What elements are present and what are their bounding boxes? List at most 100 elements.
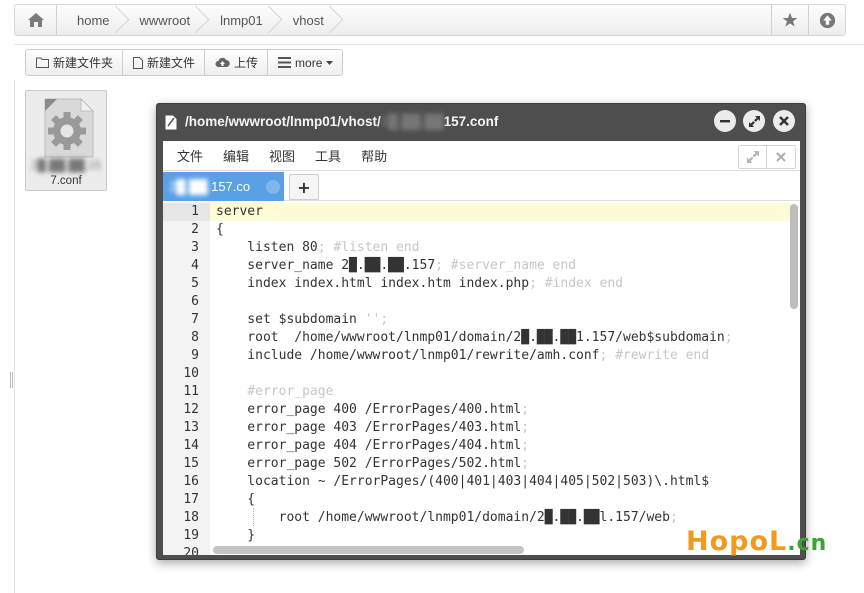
more-dropdown[interactable]: more: [268, 50, 342, 75]
panel-divider: [14, 80, 15, 593]
line-number: 20: [183, 546, 199, 555]
code-line[interactable]: 18 root /home/wwwroot/lnmp01/domain/2█.█…: [163, 509, 791, 527]
code-text: set $subdomain '';: [216, 312, 389, 327]
code-text: error_page 403 /ErrorPages/403.html;: [216, 420, 530, 435]
line-number: 2: [191, 222, 199, 237]
new-tab-button[interactable]: +: [289, 174, 319, 200]
code-line[interactable]: 7 set $subdomain '';: [163, 311, 791, 329]
code-text: server: [216, 204, 263, 219]
code-line[interactable]: 13 error_page 403 /ErrorPages/403.html;: [163, 419, 791, 437]
fullscreen-button[interactable]: [739, 146, 767, 168]
more-label: more: [295, 55, 323, 70]
indent-guide: [253, 508, 254, 526]
menu-tools[interactable]: 工具: [315, 146, 341, 165]
code-editor[interactable]: 1 server 2{3 listen 80; #listen end 4 serve…: [163, 202, 800, 555]
code-text: include /home/wwwroot/lnmp01/rewrite/amh…: [216, 348, 710, 363]
go-up-button[interactable]: [808, 5, 845, 35]
code-text: {: [216, 222, 224, 237]
line-number: 3: [191, 240, 199, 255]
new-folder-button[interactable]: 新建文件夹: [26, 50, 124, 75]
code-line[interactable]: 9 include /home/wwwroot/lnmp01/rewrite/a…: [163, 347, 791, 365]
home-icon: [27, 13, 44, 27]
editor-title: /home/wwwroot/lnmp01/vhost/2█.██.██157.c…: [185, 114, 499, 129]
line-number: 1: [163, 203, 210, 221]
breadcrumb-bar: home wwwroot lnmp01 vhost: [14, 4, 846, 36]
menu-edit[interactable]: 编辑: [223, 146, 249, 165]
menu-file[interactable]: 文件: [177, 146, 203, 165]
cloud-upload-icon: [215, 57, 230, 67]
code-line[interactable]: 12 error_page 400 /ErrorPages/400.html;: [163, 401, 791, 419]
code-line[interactable]: 1 server: [163, 203, 791, 221]
code-line[interactable]: 15 error_page 502 /ErrorPages/502.html;: [163, 455, 791, 473]
line-number: 16: [183, 474, 199, 489]
new-folder-label: 新建文件夹: [53, 56, 114, 70]
menu-help[interactable]: 帮助: [361, 146, 387, 165]
code-line[interactable]: 4 server_name 2█.██.██.157; #server_name…: [163, 257, 791, 275]
code-text: root /home/wwwroot/lnmp01/domain/2█.██.█…: [216, 510, 678, 525]
code-line[interactable]: 2{: [163, 221, 791, 239]
code-line[interactable]: 17 {: [163, 491, 791, 509]
file-name: 2█.██.██.15 7.conf: [26, 159, 106, 189]
line-number: 17: [183, 492, 199, 507]
editor-body: 文件 编辑 视图 工具 帮助 2█.██. 157.co + 1server 2…: [163, 141, 800, 555]
code-line[interactable]: 6: [163, 293, 791, 311]
code-line[interactable]: 8 root /home/wwwroot/lnmp01/domain/2█.██…: [163, 329, 791, 347]
caret-down-icon: [326, 60, 334, 65]
breadcrumb: home wwwroot lnmp01 vhost: [57, 5, 334, 35]
minimize-button[interactable]: [714, 110, 736, 132]
code-text: }: [216, 528, 256, 543]
line-number: 10: [183, 366, 199, 381]
code-line[interactable]: 3 listen 80; #listen end: [163, 239, 791, 257]
folder-icon: [36, 57, 49, 68]
editor-tabs: 2█.██. 157.co +: [163, 171, 800, 201]
tab-label: 157.co: [211, 179, 251, 194]
file-name-redacted: 2█.██.██.15: [31, 160, 101, 172]
arrow-up-circle-icon: [819, 12, 835, 28]
line-number: 12: [183, 402, 199, 417]
maximize-button[interactable]: [743, 110, 765, 132]
minus-icon: [720, 120, 730, 123]
line-number: 15: [183, 456, 199, 471]
expand-icon: [748, 115, 760, 127]
code-text: server_name 2█.██.██.157; #server_name e…: [216, 258, 577, 273]
code-text: #error_page: [216, 384, 334, 399]
code-line[interactable]: 16 location ~ /ErrorPages/(400|401|403|4…: [163, 473, 791, 491]
favorite-button[interactable]: [771, 5, 808, 35]
code-text: error_page 502 /ErrorPages/502.html;: [216, 456, 530, 471]
home-button[interactable]: [15, 5, 57, 35]
tab-conf-file[interactable]: 2█.██. 157.co: [163, 172, 284, 201]
file-name-ext: 7.conf: [50, 175, 82, 187]
line-number: 7: [191, 312, 199, 327]
code-text: root /home/wwwroot/lnmp01/domain/2█.██.█…: [216, 330, 733, 345]
breadcrumb-item-wwwroot[interactable]: wwwroot: [120, 5, 201, 35]
code-line[interactable]: 14 error_page 404 /ErrorPages/404.html;: [163, 437, 791, 455]
line-number: 19: [183, 528, 199, 543]
file-item[interactable]: 2█.██.██.15 7.conf: [25, 90, 107, 191]
menu-view[interactable]: 视图: [269, 146, 295, 165]
code-text: index index.html index.htm index.php; #i…: [216, 276, 623, 291]
new-file-label: 新建文件: [147, 56, 196, 70]
breadcrumb-item-home[interactable]: home: [57, 5, 120, 35]
editor-titlebar[interactable]: /home/wwwroot/lnmp01/vhost/2█.██.██157.c…: [157, 104, 805, 140]
star-icon: [782, 12, 798, 27]
code-line[interactable]: 10: [163, 365, 791, 383]
line-number: 11: [183, 384, 199, 399]
code-text: location ~ /ErrorPages/(400|401|403|404|…: [216, 474, 710, 489]
code-text: listen 80; #listen end: [216, 240, 420, 255]
new-file-button[interactable]: 新建文件: [123, 50, 206, 75]
breadcrumb-item-vhost[interactable]: vhost: [273, 5, 334, 35]
code-text: error_page 404 /ErrorPages/404.html;: [216, 438, 530, 453]
code-line[interactable]: 11 #error_page: [163, 383, 791, 401]
line-number: 4: [191, 258, 199, 273]
editor-close-button[interactable]: [767, 146, 795, 168]
code-line[interactable]: 5 index index.html index.htm index.php; …: [163, 275, 791, 293]
breadcrumb-item-lnmp01[interactable]: lnmp01: [200, 5, 273, 35]
resize-handle[interactable]: [10, 372, 13, 388]
vertical-scrollbar[interactable]: [790, 204, 798, 309]
line-number: 13: [183, 420, 199, 435]
close-icon: [779, 116, 789, 126]
tab-close-button[interactable]: [266, 180, 280, 194]
close-button[interactable]: [773, 110, 795, 132]
horizontal-scrollbar[interactable]: [213, 546, 524, 554]
upload-button[interactable]: 上传: [205, 50, 269, 75]
